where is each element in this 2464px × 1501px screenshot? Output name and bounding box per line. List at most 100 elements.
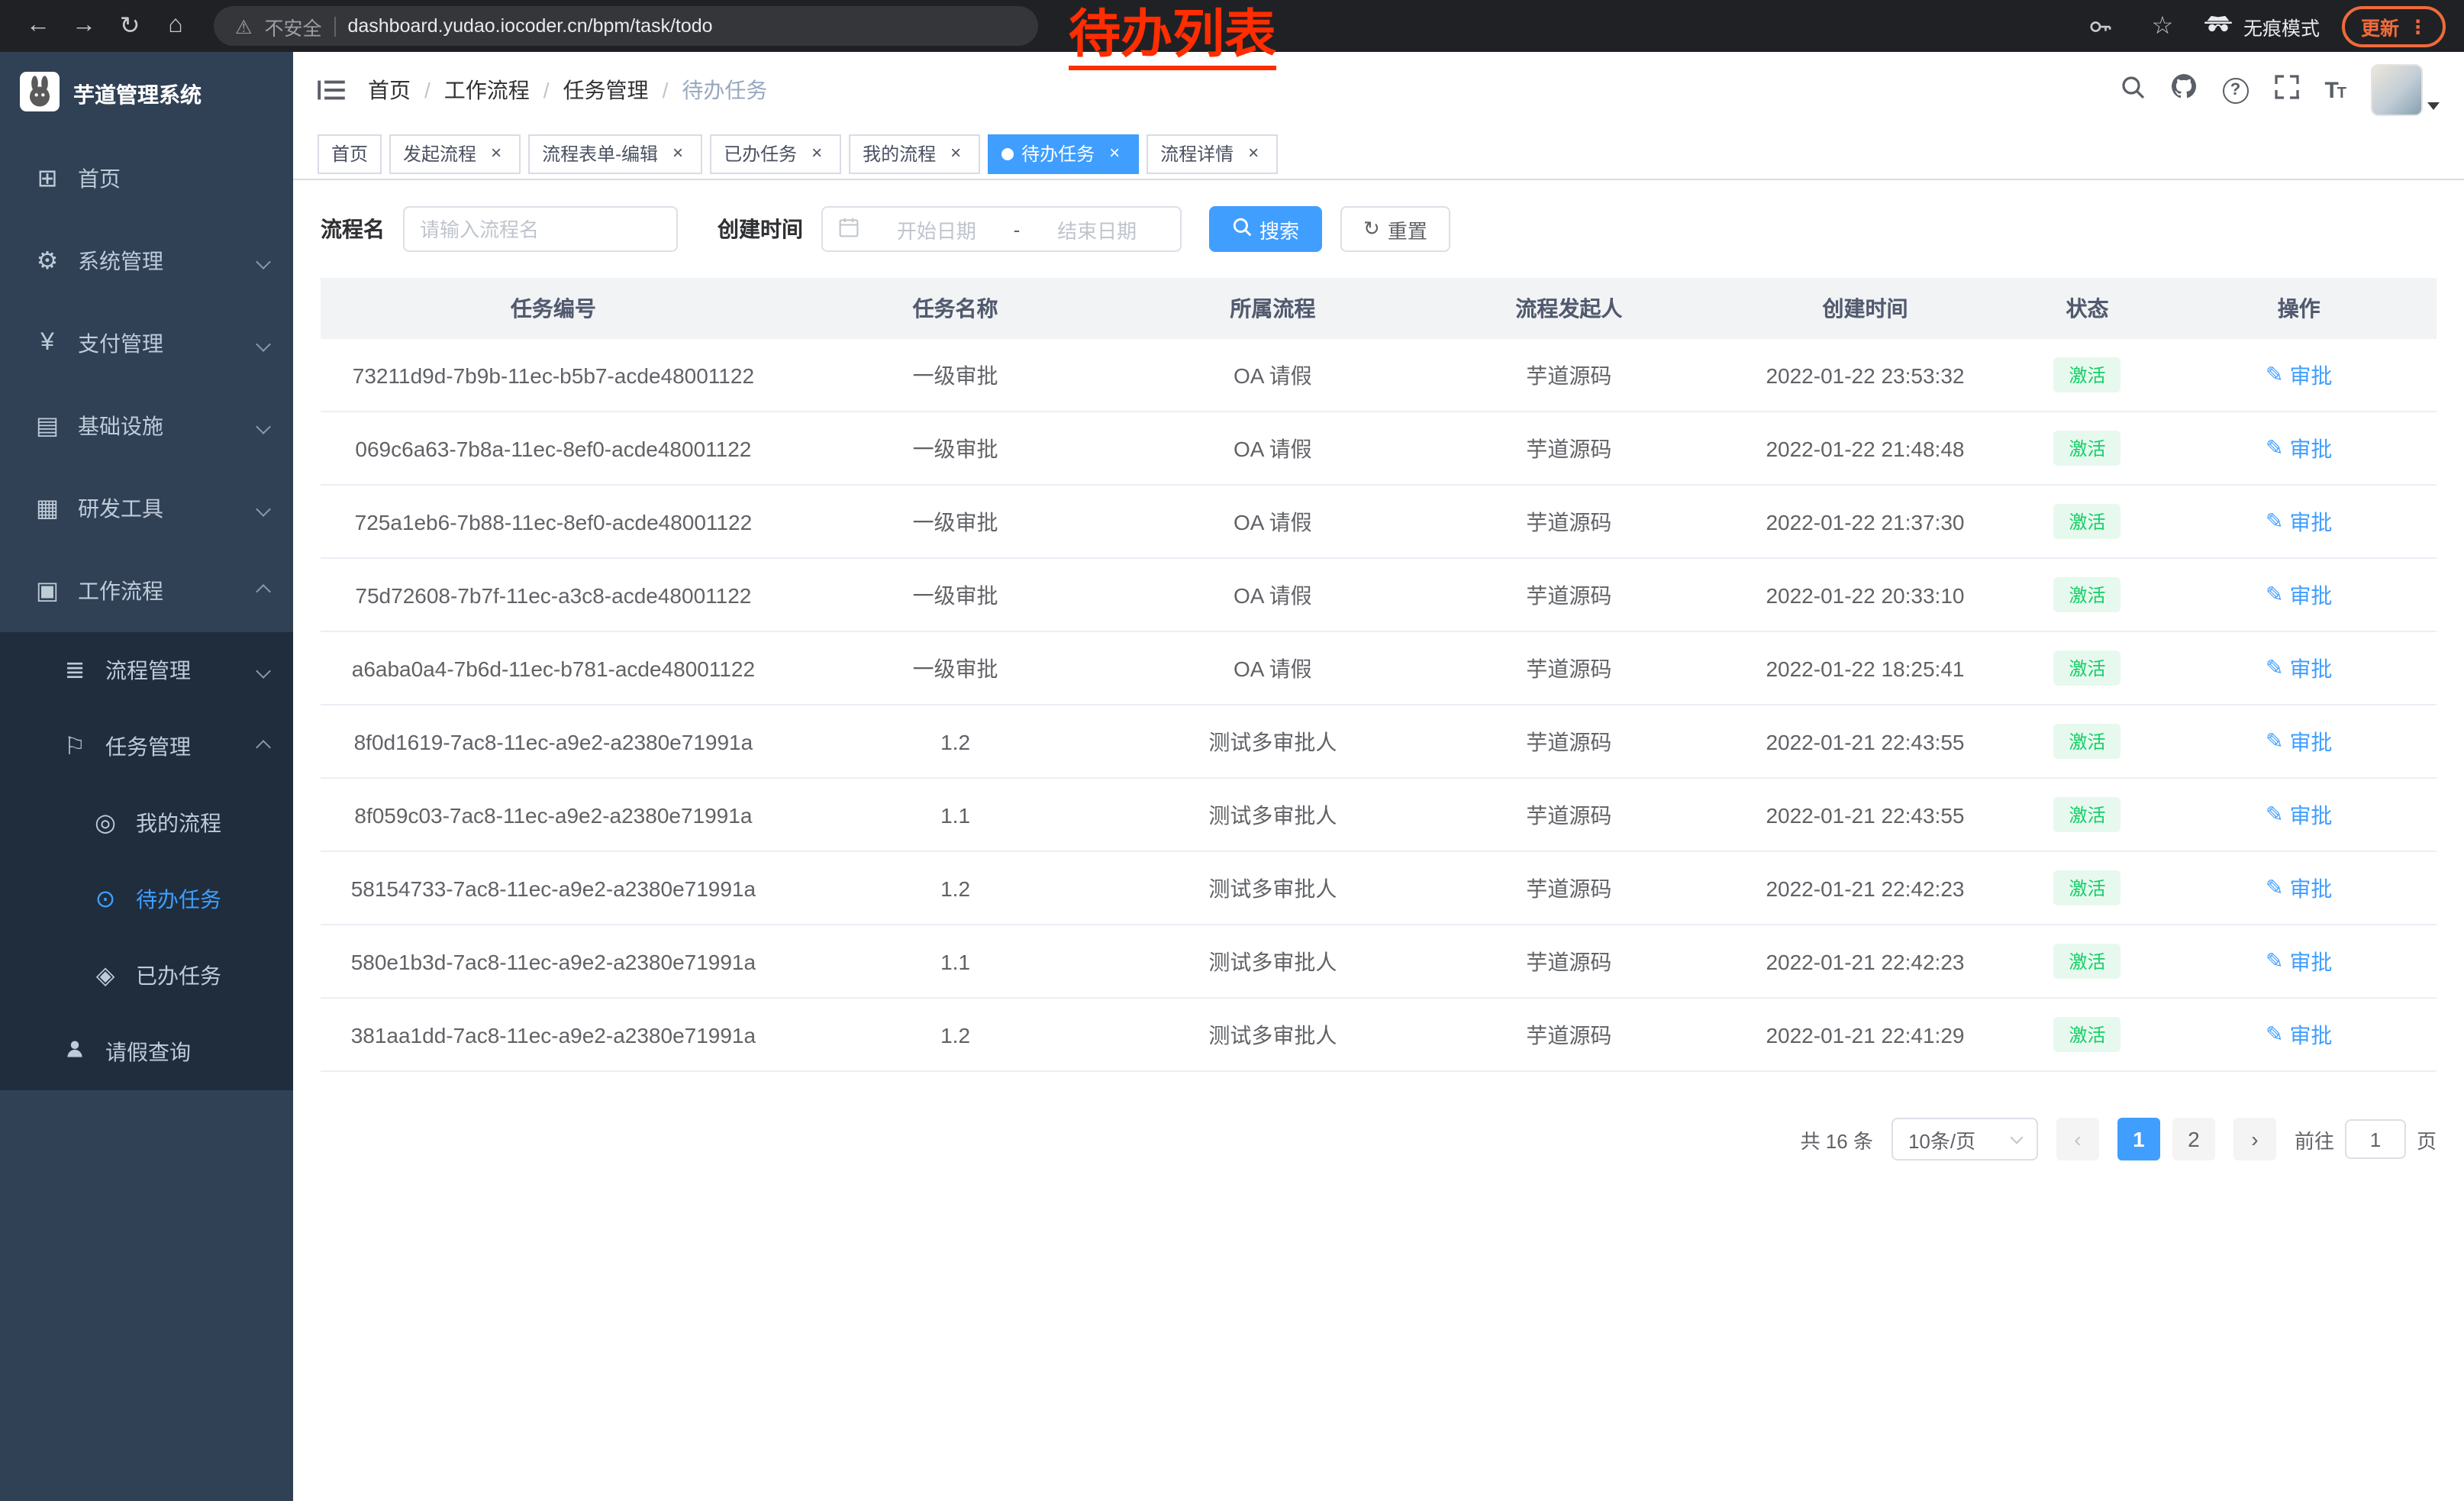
task-submenu: ◎ 我的流程 ⊙ 待办任务 ◈ 已办任务 <box>0 785 293 1014</box>
date-separator: - <box>1014 218 1021 240</box>
tab-close-icon[interactable]: × <box>1243 143 1264 164</box>
browser-menu-icon[interactable]: ⋮ <box>2408 15 2427 37</box>
column-header-task-id: 任务编号 <box>321 278 786 339</box>
sidebar-item-devtools[interactable]: ▦ 研发工具 <box>0 467 293 550</box>
prev-page-button[interactable]: ‹ <box>2056 1118 2099 1160</box>
tab[interactable]: 已办任务 × <box>710 134 841 173</box>
table-row: 8f0d1619-7ac8-11ec-a9e2-a2380e71991a 1.2… <box>321 705 2437 779</box>
flag-icon: ⚐ <box>58 731 92 762</box>
sidebar-item-workflow[interactable]: ▣ 工作流程 <box>0 550 293 632</box>
address-bar[interactable]: ⚠ 不安全 dashboard.yudao.iocoder.cn/bpm/tas… <box>214 6 1038 46</box>
approve-link[interactable]: ✎ 审批 <box>2266 360 2332 390</box>
task-name-cell: 1.2 <box>786 705 1125 777</box>
gear-icon: ⚙ <box>31 246 64 276</box>
search-icon[interactable] <box>2120 74 2144 106</box>
page-number-button[interactable]: 2 <box>2172 1118 2215 1160</box>
home-icon[interactable]: ⌂ <box>156 6 195 46</box>
approve-link[interactable]: ✎ 审批 <box>2266 506 2332 537</box>
sidebar-item-process-management[interactable]: ≣ 流程管理 <box>0 632 293 709</box>
column-header-initiator: 流程发起人 <box>1421 278 1717 339</box>
page-number-button[interactable]: 1 <box>2117 1118 2160 1160</box>
end-date-placeholder[interactable]: 结束日期 <box>1029 215 1165 244</box>
process-cell: 测试多审批人 <box>1124 925 1421 997</box>
sidebar-item-infrastructure[interactable]: ▤ 基础设施 <box>0 385 293 467</box>
breadcrumb-item[interactable]: 首页 <box>368 75 411 105</box>
breadcrumb-item[interactable]: 任务管理 <box>563 75 649 105</box>
sidebar-item-done-tasks[interactable]: ◈ 已办任务 <box>0 938 293 1014</box>
tab-close-icon[interactable]: × <box>806 143 827 164</box>
chevron-down-icon <box>2010 1131 2023 1144</box>
process-cell: 测试多审批人 <box>1124 852 1421 924</box>
tab-close-icon[interactable]: × <box>1104 143 1125 164</box>
created-time-cell: 2022-01-21 22:42:23 <box>1717 852 2013 924</box>
key-icon[interactable] <box>2080 6 2120 46</box>
breadcrumb-item[interactable]: 工作流程 <box>444 75 530 105</box>
approve-link[interactable]: ✎ 审批 <box>2266 433 2332 463</box>
tab[interactable]: 流程详情 × <box>1147 134 1278 173</box>
sidebar-toggle-icon[interactable] <box>318 78 345 102</box>
tab-close-icon[interactable]: × <box>945 143 966 164</box>
page-content: 流程名 创建时间 开始日期 - 结束日期 <box>293 180 2464 1501</box>
approve-link[interactable]: ✎ 审批 <box>2266 579 2332 610</box>
action-cell: ✎ 审批 <box>2162 559 2437 631</box>
created-time-cell: 2022-01-22 21:48:48 <box>1717 412 2013 484</box>
tab[interactable]: 流程表单-编辑 × <box>528 134 702 173</box>
sidebar-item-home[interactable]: ⊞ 首页 <box>0 137 293 220</box>
sidebar-item-payment[interactable]: ¥ 支付管理 <box>0 302 293 385</box>
app-logo[interactable]: 芋道管理系统 <box>0 52 293 137</box>
avatar[interactable] <box>2371 64 2423 116</box>
update-button[interactable]: 更新 ⋮ <box>2343 5 2446 47</box>
edit-icon: ✎ <box>2266 362 2283 388</box>
task-name-cell: 1.1 <box>786 925 1125 997</box>
chevron-down-icon <box>256 663 271 678</box>
user-menu[interactable] <box>2371 64 2440 116</box>
status-cell: 激活 <box>2014 705 2162 777</box>
tab[interactable]: 我的流程 × <box>849 134 980 173</box>
sidebar-item-task-management[interactable]: ⚐ 任务管理 <box>0 709 293 785</box>
approve-link[interactable]: ✎ 审批 <box>2266 946 2332 976</box>
action-cell: ✎ 审批 <box>2162 412 2437 484</box>
chrome-right-controls: ☆ 无痕模式 更新 ⋮ <box>2080 5 2446 47</box>
dashboard-icon: ⊞ <box>31 163 64 194</box>
date-range-picker[interactable]: 开始日期 - 结束日期 <box>821 206 1182 252</box>
page-size-select[interactable]: 10条/页 <box>1892 1118 2038 1160</box>
warning-icon: ⚠ <box>235 15 252 37</box>
sidebar-item-my-process[interactable]: ◎ 我的流程 <box>0 785 293 861</box>
process-cell: OA 请假 <box>1124 486 1421 557</box>
fullscreen-icon[interactable] <box>2274 74 2298 106</box>
sidebar-item-system[interactable]: ⚙ 系统管理 <box>0 220 293 302</box>
created-time-cell: 2022-01-22 20:33:10 <box>1717 559 2013 631</box>
tab[interactable]: 首页 <box>318 134 382 173</box>
process-name-input[interactable] <box>403 206 678 252</box>
approve-link[interactable]: ✎ 审批 <box>2266 1019 2332 1050</box>
approve-link[interactable]: ✎ 审批 <box>2266 873 2332 903</box>
tab-close-icon[interactable]: × <box>667 143 689 164</box>
tab-label: 流程表单-编辑 <box>542 140 658 166</box>
task-id-cell: 73211d9d-7b9b-11ec-b5b7-acde48001122 <box>321 339 786 411</box>
tab[interactable]: 待办任务 × <box>988 134 1139 173</box>
reload-icon[interactable]: ↻ <box>110 6 150 46</box>
approve-link[interactable]: ✎ 审批 <box>2266 653 2332 683</box>
font-size-icon[interactable]: TT <box>2324 77 2345 103</box>
forward-icon[interactable]: → <box>64 6 104 46</box>
back-icon[interactable]: ← <box>18 6 58 46</box>
approve-link[interactable]: ✎ 审批 <box>2266 799 2332 830</box>
approve-link[interactable]: ✎ 审批 <box>2266 726 2332 757</box>
status-cell: 激活 <box>2014 999 2162 1070</box>
reset-button[interactable]: ↻ 重置 <box>1340 206 1450 252</box>
next-page-button[interactable]: › <box>2233 1118 2276 1160</box>
search-button[interactable]: 搜索 <box>1209 206 1322 252</box>
task-name-cell: 一级审批 <box>786 486 1125 557</box>
tab-close-icon[interactable]: × <box>485 143 507 164</box>
sidebar-item-leave-query[interactable]: 请假查询 <box>0 1014 293 1090</box>
start-date-placeholder[interactable]: 开始日期 <box>869 215 1005 244</box>
goto-page-input[interactable] <box>2345 1119 2406 1159</box>
help-icon[interactable]: ? <box>2222 77 2248 103</box>
column-header-process: 所属流程 <box>1124 278 1421 339</box>
tab[interactable]: 发起流程 × <box>389 134 521 173</box>
filter-bar: 流程名 创建时间 开始日期 - 结束日期 <box>321 205 2437 253</box>
bookmark-star-icon[interactable]: ☆ <box>2143 6 2182 46</box>
github-icon[interactable] <box>2170 73 2196 107</box>
sidebar-item-todo-tasks[interactable]: ⊙ 待办任务 <box>0 861 293 938</box>
chevron-left-icon: ‹ <box>2074 1127 2081 1151</box>
